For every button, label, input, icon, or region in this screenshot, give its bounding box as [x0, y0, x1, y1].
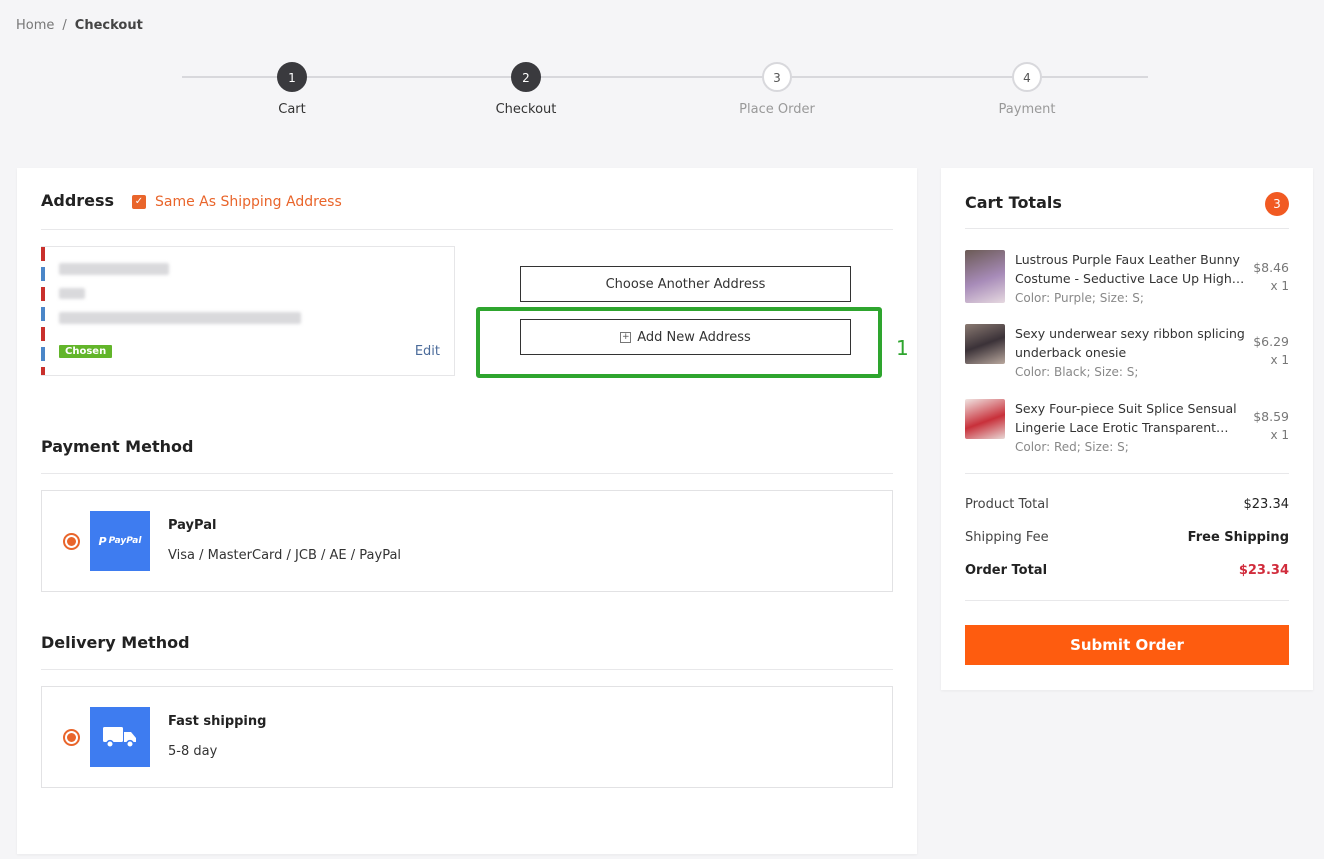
edit-address-link[interactable]: Edit	[415, 344, 440, 359]
product-name[interactable]: Sexy Four-piece Suit Splice Sensual Ling…	[1015, 399, 1251, 437]
product-thumbnail[interactable]	[965, 399, 1005, 439]
delivery-option-fast[interactable]: Fast shipping 5-8 day	[41, 686, 893, 788]
step-label: Place Order	[739, 102, 815, 117]
address-card[interactable]: Chosen Edit	[41, 246, 455, 376]
product-price: $8.46	[1253, 260, 1289, 275]
button-label: Submit Order	[1070, 636, 1184, 654]
chosen-badge: Chosen	[59, 345, 113, 358]
product-name[interactable]: Sexy underwear sexy ribbon splicing unde…	[1015, 324, 1251, 362]
payment-method-title: Payment Method	[41, 437, 194, 456]
product-total-value: $23.34	[1243, 497, 1290, 512]
breadcrumb-separator: /	[62, 18, 67, 33]
step-number: 4	[1012, 62, 1042, 92]
product-price: $8.59	[1253, 409, 1289, 424]
highlight-box	[476, 307, 882, 378]
divider	[965, 228, 1289, 229]
payment-name: PayPal	[168, 518, 217, 533]
submit-order-button[interactable]: Submit Order	[965, 625, 1289, 665]
paypal-logo-text: PayPal	[108, 536, 142, 546]
cart-item[interactable]: Lustrous Purple Faux Leather Bunny Costu…	[965, 250, 1289, 310]
step-place-order: 3 Place Order	[717, 62, 837, 117]
checkout-main-panel: Address ✓ Same As Shipping Address Chose…	[17, 168, 917, 854]
choose-another-address-button[interactable]: Choose Another Address	[520, 266, 851, 302]
order-total-label: Order Total	[965, 563, 1048, 578]
product-price: $6.29	[1253, 334, 1289, 349]
annotation-number: 1	[896, 336, 909, 360]
redacted-address	[59, 312, 301, 324]
cart-totals-panel: Cart Totals 3 Lustrous Purple Faux Leath…	[941, 168, 1313, 690]
delivery-method-title: Delivery Method	[41, 633, 190, 652]
step-checkout: 2 Checkout	[466, 62, 586, 117]
step-payment: 4 Payment	[967, 62, 1087, 117]
step-label: Checkout	[495, 102, 557, 117]
product-attributes: Color: Red; Size: S;	[1015, 440, 1129, 454]
step-number: 3	[762, 62, 792, 92]
product-thumbnail[interactable]	[965, 324, 1005, 364]
step-number: 2	[511, 62, 541, 92]
divider	[41, 473, 893, 474]
check-icon: ✓	[132, 195, 146, 209]
cart-count-badge: 3	[1265, 192, 1289, 216]
shipping-fee-label: Shipping Fee	[965, 530, 1049, 545]
delivery-radio[interactable]	[63, 729, 80, 746]
step-label: Payment	[998, 102, 1056, 117]
product-total-row: Product Total $23.34	[965, 497, 1289, 512]
product-quantity: x 1	[1270, 428, 1289, 442]
breadcrumb: Home / Checkout	[16, 18, 143, 33]
divider	[41, 669, 893, 670]
shipping-fee-value: Free Shipping	[1187, 530, 1289, 545]
payment-radio[interactable]	[63, 533, 80, 550]
cart-totals-title: Cart Totals	[965, 193, 1062, 212]
product-name[interactable]: Lustrous Purple Faux Leather Bunny Costu…	[1015, 250, 1251, 288]
delivery-name: Fast shipping	[168, 714, 267, 729]
product-quantity: x 1	[1270, 279, 1289, 293]
breadcrumb-home[interactable]: Home	[16, 18, 54, 33]
address-title: Address	[41, 191, 115, 210]
same-as-shipping-checkbox[interactable]: ✓ Same As Shipping Address	[132, 194, 342, 210]
checkout-progress: 1 Cart 2 Checkout 3 Place Order 4 Paymen…	[182, 62, 1148, 122]
paypal-icon: P PayPal	[90, 511, 150, 571]
product-thumbnail[interactable]	[965, 250, 1005, 303]
shipping-fee-row: Shipping Fee Free Shipping	[965, 530, 1289, 545]
same-as-shipping-label: Same As Shipping Address	[155, 194, 342, 210]
cart-item[interactable]: Sexy underwear sexy ribbon splicing unde…	[965, 324, 1289, 384]
order-total-row: Order Total $23.34	[965, 563, 1289, 578]
airmail-border	[41, 247, 45, 375]
delivery-time: 5-8 day	[168, 744, 218, 759]
payment-methods: Visa / MasterCard / JCB / AE / PayPal	[168, 548, 402, 563]
step-label: Cart	[278, 102, 306, 117]
payment-option-paypal[interactable]: P PayPal PayPal Visa / MasterCard / JCB /…	[41, 490, 893, 592]
product-attributes: Color: Purple; Size: S;	[1015, 291, 1144, 305]
redacted-phone	[59, 288, 85, 299]
truck-icon	[90, 707, 150, 767]
step-number: 1	[277, 62, 307, 92]
cart-item[interactable]: Sexy Four-piece Suit Splice Sensual Ling…	[965, 399, 1289, 459]
product-total-label: Product Total	[965, 497, 1049, 512]
product-attributes: Color: Black; Size: S;	[1015, 365, 1139, 379]
product-quantity: x 1	[1270, 353, 1289, 367]
divider	[965, 600, 1289, 601]
breadcrumb-current: Checkout	[74, 18, 143, 33]
button-label: Choose Another Address	[605, 276, 766, 292]
divider	[41, 229, 893, 230]
divider	[965, 473, 1289, 474]
redacted-name	[59, 263, 169, 275]
step-cart: 1 Cart	[232, 62, 352, 117]
order-total-value: $23.34	[1238, 563, 1289, 578]
